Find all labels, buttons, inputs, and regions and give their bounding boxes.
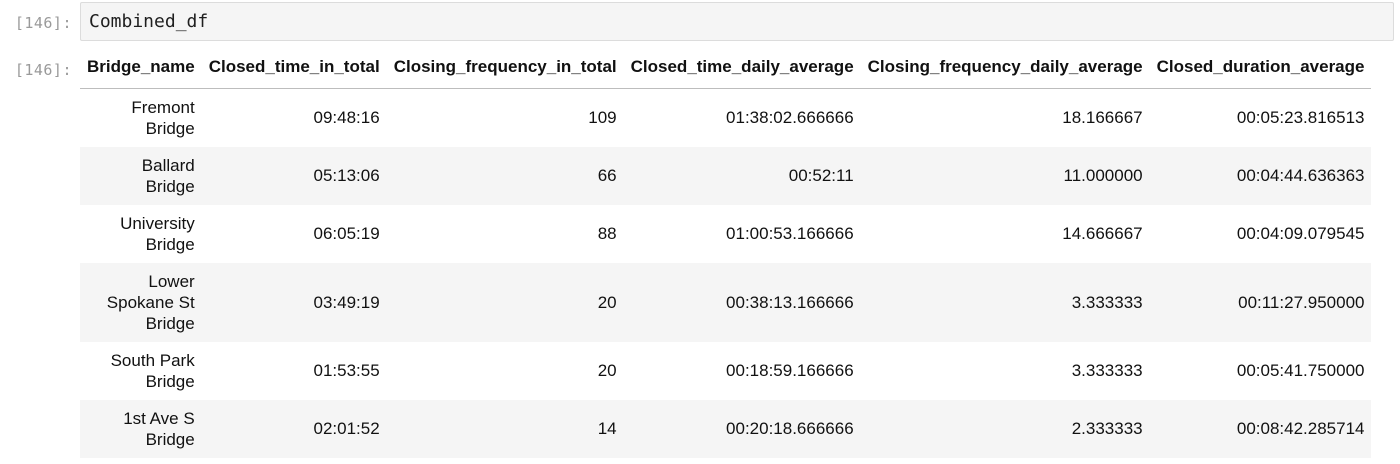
- bridge-name-cell: South Park Bridge: [80, 342, 202, 400]
- table-cell: 14.666667: [1062, 224, 1143, 243]
- table-cell: 00:05:23.816513: [1236, 108, 1365, 128]
- table-row: University Bridge 06:05:19 88 01:00:53.16…: [80, 204, 1372, 263]
- table-cell: 14: [597, 419, 617, 438]
- bridge-name-line: Bridge: [145, 234, 195, 254]
- table-cell: 11.000000: [1063, 166, 1143, 185]
- table-cell: 20: [597, 292, 617, 312]
- table-cell: 05:13:06: [313, 166, 380, 185]
- bridge-name-line: Lower: [148, 271, 195, 291]
- table-header-row: Bridge_name Closed_time_in_total Closing…: [80, 46, 1372, 89]
- bridge-name-line: Bridge: [145, 371, 195, 391]
- table-cell: 00:04:09.079545: [1236, 224, 1365, 243]
- table-cell: 00:08:42.285714: [1236, 419, 1365, 438]
- bridge-name-cell: Lower Spokane St Bridge: [80, 263, 202, 342]
- table-row: South Park Bridge 01:53:55 20 00:18:59.16…: [80, 341, 1372, 400]
- table-cell: 00:11:27.950000: [1238, 292, 1365, 312]
- bridge-name-line: Bridge: [145, 313, 195, 333]
- table-cell: 03:49:19: [313, 292, 380, 312]
- column-header: Closed_duration_average: [1149, 46, 1372, 89]
- table-cell: 09:48:16: [313, 108, 380, 128]
- bridge-name-line: University: [120, 213, 195, 233]
- bridge-name-line: Bridge: [145, 176, 195, 196]
- code-text: Combined_df: [89, 11, 209, 32]
- code-input-cell[interactable]: Combined_df: [80, 2, 1394, 41]
- bridge-name-line: Bridge: [145, 429, 195, 449]
- column-header: Closing_frequency_in_total: [386, 46, 624, 89]
- table-cell: 18.166667: [1062, 108, 1143, 128]
- table-cell: 00:38:13.166666: [726, 292, 854, 312]
- column-header: Bridge_name: [80, 46, 202, 89]
- table-row: Lower Spokane St Bridge 03:49:19 20 00:38:…: [80, 262, 1372, 342]
- table-row: Fremont Bridge 09:48:16 109 01:38:02.6666…: [80, 88, 1372, 147]
- table-cell: 00:20:18.666666: [726, 419, 854, 438]
- bridge-name-line: South Park: [110, 350, 195, 370]
- table-cell: 01:38:02.666666: [726, 108, 854, 128]
- input-prompt: [146]:: [14, 14, 72, 32]
- table-cell: 01:00:53.166666: [726, 224, 854, 243]
- table-cell: 3.333333: [1071, 361, 1143, 380]
- column-header: Closed_time_in_total: [201, 46, 387, 89]
- table-cell: 00:18:59.166666: [726, 361, 854, 380]
- table-cell: 66: [597, 166, 617, 185]
- bridge-name-cell: Ballard Bridge: [80, 147, 202, 205]
- bridge-name-cell: 1st Ave S Bridge: [80, 400, 202, 458]
- table-row: Ballard Bridge 05:13:06 66 00:52:11 11.00…: [80, 146, 1372, 205]
- table-cell: 01:53:55: [313, 361, 380, 380]
- column-header: Closing_frequency_daily_average: [860, 46, 1150, 89]
- bridge-name-line: 1st Ave S: [123, 408, 195, 428]
- table-cell: 00:04:44.636363: [1236, 166, 1365, 185]
- table-cell: 02:01:52: [313, 419, 380, 438]
- bridge-name-line: Fremont: [131, 97, 195, 117]
- table-cell: 88: [597, 224, 617, 243]
- table-cell: 00:05:41.750000: [1236, 361, 1365, 380]
- bridge-name-line: Bridge: [145, 118, 195, 138]
- table-cell: 00:52:11: [788, 166, 854, 185]
- bridge-name-line: Spokane St: [106, 292, 195, 312]
- bridge-name-line: Ballard: [141, 155, 195, 175]
- table-cell: 06:05:19: [313, 224, 380, 243]
- column-header: Closed_time_daily_average: [623, 46, 861, 89]
- output-prompt: [146]:: [14, 61, 72, 79]
- dataframe-table: Bridge_name Closed_time_in_total Closing…: [80, 46, 1372, 458]
- table-row: 1st Ave S Bridge 02:01:52 14 00:20:18.666…: [80, 399, 1372, 458]
- table-cell: 3.333333: [1071, 292, 1143, 312]
- bridge-name-cell: Fremont Bridge: [80, 89, 202, 147]
- table-cell: 109: [588, 108, 617, 128]
- table-cell: 20: [597, 361, 617, 380]
- bridge-name-cell: University Bridge: [80, 205, 202, 263]
- table-cell: 2.333333: [1071, 419, 1143, 438]
